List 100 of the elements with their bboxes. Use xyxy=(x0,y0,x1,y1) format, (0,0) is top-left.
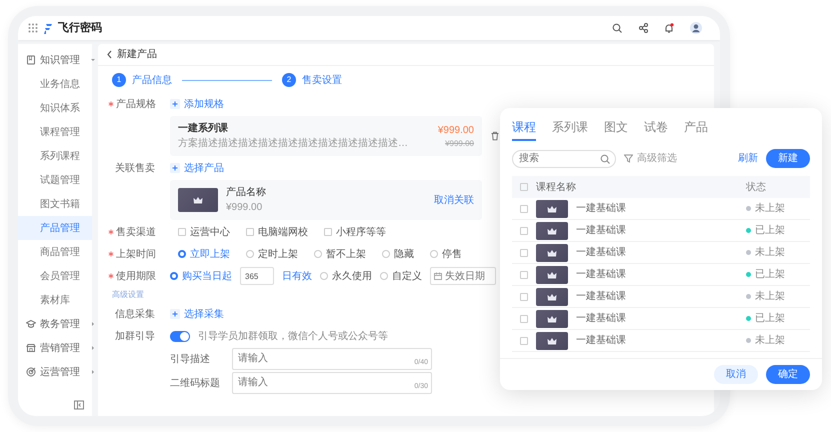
sidebar-item[interactable]: 图文书籍 xyxy=(18,192,92,216)
checkbox[interactable] xyxy=(520,314,528,322)
tab[interactable]: 试卷 xyxy=(644,118,668,141)
option-label: 电脑端网校 xyxy=(258,226,308,240)
bell-icon[interactable] xyxy=(664,23,674,33)
step-number: 1 xyxy=(112,73,126,87)
status-text: 未上架 xyxy=(755,334,785,348)
refresh-link[interactable]: 刷新 xyxy=(738,151,758,166)
radio-button[interactable] xyxy=(430,250,438,258)
checkbox[interactable] xyxy=(246,228,254,236)
checkbox[interactable] xyxy=(178,228,186,236)
calendar-icon xyxy=(434,272,442,280)
checkbox[interactable] xyxy=(520,336,528,344)
option-label: 购买当日起 xyxy=(182,270,232,284)
search-field[interactable]: 搜索 xyxy=(512,150,616,168)
tab[interactable]: 系列课 xyxy=(552,118,588,141)
sidebar-item[interactable]: 业务信息 xyxy=(18,72,92,96)
new-button[interactable]: 新建 xyxy=(766,149,810,168)
add-link[interactable]: 选择采集 xyxy=(170,306,224,322)
search-icon[interactable] xyxy=(600,154,610,164)
sidebar-item[interactable]: 系列课程 xyxy=(18,144,92,168)
option-label: 定时上架 xyxy=(258,248,298,262)
date-field[interactable]: 失效日期 xyxy=(430,267,496,285)
toggle-switch[interactable] xyxy=(170,330,190,342)
crown-icon xyxy=(547,314,557,322)
checkbox[interactable] xyxy=(520,248,528,256)
status-text: 已上架 xyxy=(755,224,785,238)
share-icon[interactable] xyxy=(638,23,648,33)
checkbox[interactable] xyxy=(520,183,528,191)
form-label: 上架时间 xyxy=(108,246,162,262)
radio-button[interactable] xyxy=(246,250,254,258)
form-label: 信息采集 xyxy=(114,308,156,322)
sidebar-group[interactable]: 教务管理 xyxy=(18,312,92,336)
caret-icon xyxy=(90,321,96,327)
original-price: ¥999.00 xyxy=(444,138,474,150)
checkbox[interactable] xyxy=(520,270,528,278)
form-label: 关联售卖 xyxy=(114,162,156,176)
radio-button[interactable] xyxy=(314,250,322,258)
spec-description: 方案描述描述描述描述描述描述描述描述描述描述… xyxy=(178,136,409,151)
sidebar-item[interactable]: 商品管理 xyxy=(18,240,92,264)
column-header: 课程名称 xyxy=(536,180,577,194)
radio-button[interactable] xyxy=(382,250,390,258)
add-link[interactable]: 添加规格 xyxy=(170,96,224,112)
product-price: ¥999.00 xyxy=(226,201,264,215)
filter-link[interactable]: 高级筛选 xyxy=(624,151,677,166)
radio-button[interactable] xyxy=(320,272,328,280)
back-icon[interactable] xyxy=(106,50,113,59)
form-label: 售卖渠道 xyxy=(108,224,162,240)
sidebar-group[interactable]: 营销管理 xyxy=(18,336,92,360)
status-text: 已上架 xyxy=(755,268,785,282)
caret-icon xyxy=(90,369,96,375)
radio-button[interactable] xyxy=(170,272,178,280)
checkbox[interactable] xyxy=(324,228,332,236)
option-label: 隐藏 xyxy=(394,248,414,262)
tab[interactable]: 图文 xyxy=(604,118,628,141)
add-link[interactable]: 选择产品 xyxy=(170,160,224,176)
unlink-link[interactable]: 取消关联 xyxy=(434,192,474,208)
hint-text: 引导学员加群领取，微信个人号或公众号等 xyxy=(198,330,388,344)
course-name: 一建基础课 xyxy=(576,268,627,282)
status-text: 未上架 xyxy=(755,246,785,260)
suffix-label: 日有效 xyxy=(282,270,312,284)
spec-name: 一建系列课 xyxy=(178,122,229,136)
avatar[interactable] xyxy=(690,22,702,34)
apps-grid-icon[interactable] xyxy=(28,23,38,33)
confirm-button[interactable]: 确定 xyxy=(766,365,810,384)
course-name: 一建基础课 xyxy=(576,224,627,238)
crown-icon xyxy=(193,196,203,204)
advanced-settings-link[interactable]: 高级设置 xyxy=(112,289,144,301)
sidebar-group[interactable]: 运营管理 xyxy=(18,360,92,384)
option-label: 暂不上架 xyxy=(326,248,366,262)
days-input[interactable]: 365 xyxy=(240,267,274,285)
course-name: 一建基础课 xyxy=(576,312,627,326)
sidebar-item[interactable]: 试题管理 xyxy=(18,168,92,192)
checkbox[interactable] xyxy=(520,292,528,300)
sidebar-item[interactable]: 素材库 xyxy=(18,288,92,312)
checkbox[interactable] xyxy=(520,204,528,212)
option-label: 自定义 xyxy=(392,270,422,284)
price: ¥999.00 xyxy=(438,124,474,138)
tab[interactable]: 课程 xyxy=(512,118,536,141)
sidebar-item[interactable]: 会员管理 xyxy=(18,264,92,288)
column-header: 状态 xyxy=(746,180,767,194)
sidebar-item[interactable]: 课程管理 xyxy=(18,120,92,144)
caret-icon xyxy=(90,57,96,63)
sidebar-item[interactable]: 知识体系 xyxy=(18,96,92,120)
collapse-icon[interactable] xyxy=(74,400,84,410)
form-label: 产品规格 xyxy=(108,96,162,112)
tab[interactable]: 产品 xyxy=(684,118,708,141)
sidebar-group[interactable]: 知识管理 xyxy=(18,48,92,72)
filter-icon xyxy=(624,154,633,163)
cancel-button[interactable]: 取消 xyxy=(714,365,758,384)
sidebar-item[interactable]: 产品管理 xyxy=(18,216,92,240)
search-icon[interactable] xyxy=(612,23,622,33)
trash-icon[interactable] xyxy=(490,131,500,141)
plus-icon xyxy=(170,99,180,109)
radio-button[interactable] xyxy=(178,250,186,258)
option-label: 停售 xyxy=(442,248,462,262)
page-title: 新建产品 xyxy=(117,48,157,62)
checkbox[interactable] xyxy=(520,226,528,234)
status-text: 未上架 xyxy=(755,290,785,304)
radio-button[interactable] xyxy=(380,272,388,280)
